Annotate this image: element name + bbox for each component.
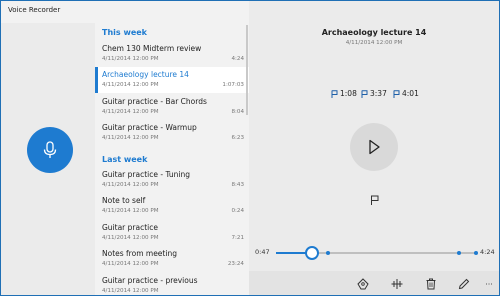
microphone-icon <box>43 141 57 158</box>
recording-duration: 4:24 <box>231 56 244 62</box>
seek-marker-tick <box>474 251 478 255</box>
recording-duration: 6:23 <box>231 135 244 141</box>
recording-name: Guitar practice <box>102 223 158 232</box>
recording-date: 4/11/2014 12:00 PM <box>102 208 159 214</box>
current-time: 0:47 <box>255 248 270 256</box>
recording-date: 4/11/2014 12:00 PM <box>102 109 159 115</box>
list-scrollbar[interactable] <box>246 25 248 115</box>
share-icon <box>357 278 369 290</box>
group-header-last-week: Last week <box>102 155 148 164</box>
recording-item-selected[interactable]: Archaeology lecture 14 4/11/2014 12:00 P… <box>95 67 249 93</box>
add-marker-button[interactable] <box>368 194 380 206</box>
record-button[interactable] <box>27 127 73 173</box>
play-button[interactable] <box>350 123 398 171</box>
flag-icon <box>393 89 400 98</box>
recording-name: Archaeology lecture 14 <box>102 70 189 79</box>
flag-icon <box>331 89 338 98</box>
recording-date: 4/11/2014 12:00 PM <box>102 235 159 241</box>
group-header-this-week: This week <box>102 28 148 37</box>
recording-date: 4/11/2014 12:00 PM <box>102 261 159 267</box>
voice-recorder-window: Voice Recorder — ☐ ✕ This week Chem 130 … <box>0 0 500 296</box>
recording-name: Guitar practice - previous <box>102 276 198 285</box>
marker-time: 3:37 <box>370 89 387 98</box>
flag-icon <box>370 195 378 205</box>
recording-duration: 8:43 <box>231 182 244 188</box>
recording-duration: 0:24 <box>231 208 244 214</box>
record-pane <box>1 23 95 295</box>
delete-button[interactable] <box>423 276 439 292</box>
play-icon <box>369 139 380 155</box>
marker-time: 4:01 <box>402 89 419 98</box>
share-button[interactable] <box>355 276 371 292</box>
recording-duration: 8:04 <box>231 109 244 115</box>
recording-title: Archaeology lecture 14 <box>321 28 427 37</box>
recording-item[interactable]: Note to self 4/11/2014 12:00 PM 0:24 <box>95 193 249 219</box>
more-icon: ··· <box>485 279 493 289</box>
recording-name: Guitar practice - Warmup <box>102 123 197 132</box>
recording-date: 4/11/2014 12:00 PM <box>345 40 403 46</box>
recording-item[interactable]: Chem 130 Midterm review 4/11/2014 12:00 … <box>95 41 249 67</box>
recording-duration: 23:24 <box>227 261 244 267</box>
app-title: Voice Recorder <box>8 6 61 14</box>
recording-item[interactable]: Guitar practice 4/11/2014 12:00 PM 7:21 <box>95 220 249 246</box>
recording-detail: Archaeology lecture 14 4/11/2014 12:00 P… <box>249 1 499 295</box>
recording-name: Guitar practice - Bar Chords <box>102 97 207 106</box>
trim-icon <box>391 279 403 289</box>
recording-item[interactable]: Guitar practice - Warmup 4/11/2014 12:00… <box>95 120 249 146</box>
recording-name: Note to self <box>102 196 146 205</box>
delete-icon <box>426 278 436 290</box>
trim-button[interactable] <box>389 276 405 292</box>
recording-duration: 7:21 <box>231 235 244 241</box>
marker-time: 1:08 <box>340 89 357 98</box>
marker-2[interactable]: 3:37 <box>361 89 387 98</box>
recording-date: 4/11/2014 12:00 PM <box>102 135 159 141</box>
recording-item[interactable]: Guitar practice - Bar Chords 4/11/2014 1… <box>95 94 249 120</box>
recordings-list: This week Chem 130 Midterm review 4/11/2… <box>95 1 249 295</box>
recording-date: 4/11/2014 12:00 PM <box>102 56 159 62</box>
recording-name: Notes from meeting <box>102 249 177 258</box>
recording-item[interactable]: Guitar practice - Tuning 4/11/2014 12:00… <box>95 167 249 193</box>
seek-thumb[interactable] <box>304 246 319 260</box>
recording-duration: 1:07:03 <box>222 82 244 88</box>
seek-marker-tick <box>456 251 461 255</box>
recording-name: Chem 130 Midterm review <box>102 44 202 53</box>
recording-date: 4/11/2014 12:00 PM <box>102 182 159 188</box>
recording-name: Guitar practice - Tuning <box>102 170 191 179</box>
recording-item[interactable]: Guitar practice - previous 4/11/2014 12:… <box>95 273 249 295</box>
recording-date: 4/11/2014 12:00 PM <box>102 288 159 294</box>
rename-icon <box>458 278 470 290</box>
recording-date: 4/11/2014 12:00 PM <box>102 82 159 88</box>
rename-button[interactable] <box>456 276 472 292</box>
more-button[interactable]: ··· <box>481 276 497 292</box>
command-bar: ··· <box>249 271 499 295</box>
total-time: 4:24 <box>480 248 495 256</box>
recording-item[interactable]: Notes from meeting 4/11/2014 12:00 PM 23… <box>95 246 249 272</box>
marker-1[interactable]: 1:08 <box>331 89 357 98</box>
seek-marker-tick <box>325 251 330 255</box>
flag-icon <box>361 89 368 98</box>
marker-3[interactable]: 4:01 <box>393 89 419 98</box>
